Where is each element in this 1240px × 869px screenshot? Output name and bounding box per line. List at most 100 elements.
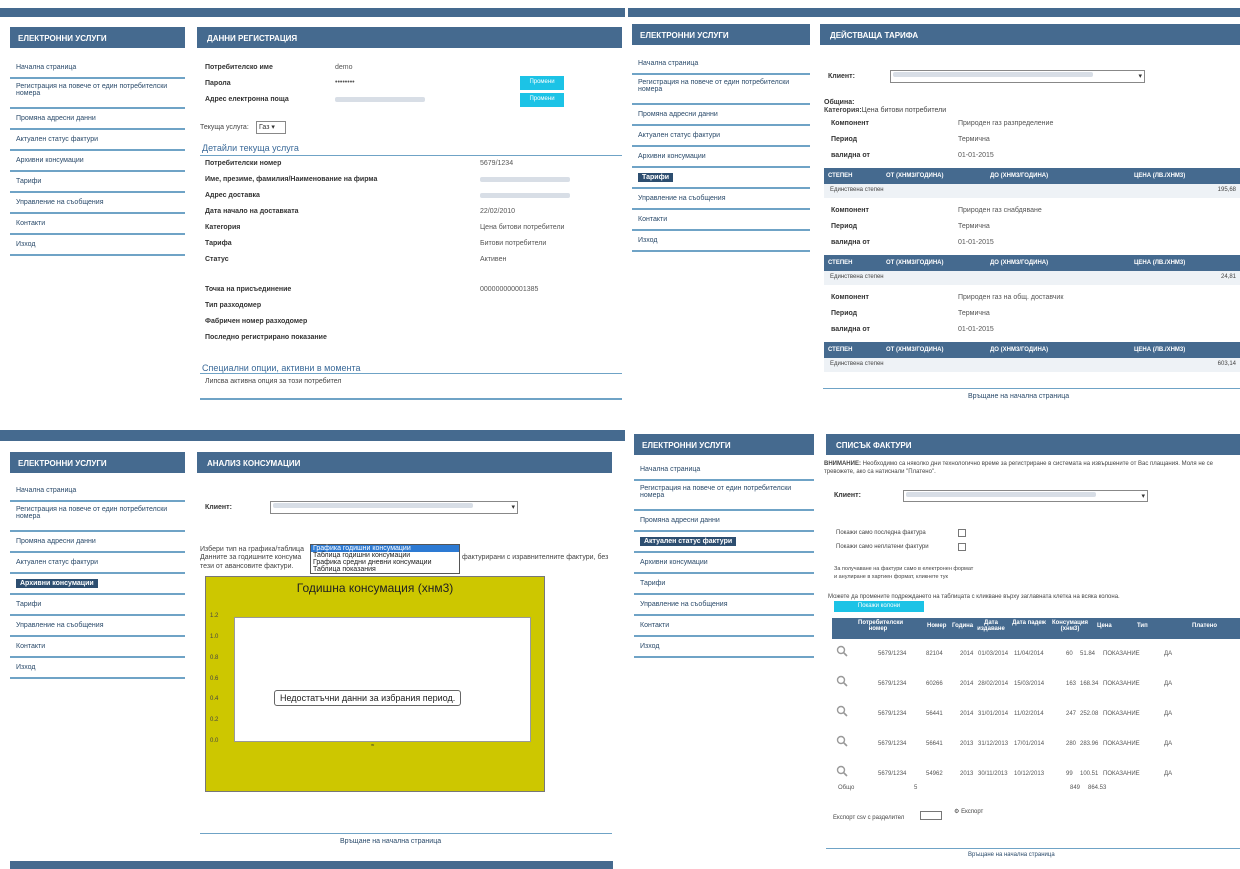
nav-invoices[interactable]: Актуален статус фактури <box>10 130 185 151</box>
export-button[interactable]: ⚙ Експорт <box>954 808 983 815</box>
component-label: Компонент <box>831 294 869 301</box>
nav-messages[interactable]: Управление на съобщения <box>634 595 814 616</box>
nav-contacts[interactable]: Контакти <box>632 210 810 231</box>
chart-type-listbox[interactable]: Графика годишни консумации Таблица годиш… <box>310 544 460 574</box>
change-email-button[interactable]: Промени <box>520 93 564 107</box>
th-issue-date[interactable]: Дата издаване <box>972 620 1010 632</box>
nav-multi-registration[interactable]: Регистрация на повече от един потребител… <box>10 79 185 109</box>
panel-consumption: ЕЛЕКТРОННИ УСЛУГИ АНАЛИЗ КОНСУМАЦИИ Нача… <box>0 418 625 869</box>
export-delimiter-input[interactable] <box>920 811 942 820</box>
option-readings-table[interactable]: Таблица показания <box>311 566 459 573</box>
nav-contacts[interactable]: Контакти <box>634 616 814 637</box>
client-select[interactable]: ▾ <box>903 490 1148 502</box>
nav-home[interactable]: Начална страница <box>634 460 814 481</box>
back-link[interactable]: Връщане на начална страница <box>340 838 441 845</box>
page-title: ДЕЙСТВАЩА ТАРИФА <box>820 24 1240 45</box>
nav-multi-registration[interactable]: Регистрация на повече от един потребител… <box>632 75 810 105</box>
valid-from-label: валидна от <box>831 239 870 246</box>
nav-address-change[interactable]: Промяна адресни данни <box>10 532 185 553</box>
nav-archive[interactable]: Архивни консумации <box>632 147 810 168</box>
invoice-cell: 10/12/2013 <box>1014 771 1045 777</box>
nav-tariffs[interactable]: Тарифи <box>10 172 185 193</box>
th-3: ЦЕНА (ЛВ./ХНМ3) <box>1134 173 1186 179</box>
nav-invoices[interactable]: Актуален статус фактури <box>634 532 814 553</box>
magnifier-icon[interactable] <box>836 645 848 657</box>
total-count: 5 <box>914 785 918 791</box>
detail-value: Цена битови потребители <box>480 224 565 231</box>
th-price[interactable]: Цена <box>1097 623 1112 629</box>
nav-address-change[interactable]: Промяна адресни данни <box>634 511 814 532</box>
nav-exit[interactable]: Изход <box>10 658 185 679</box>
nav-tariffs[interactable]: Тарифи <box>632 168 810 189</box>
nav-messages[interactable]: Управление на съобщения <box>632 189 810 210</box>
detail-value-redacted <box>480 177 570 182</box>
nav-address-change[interactable]: Промяна адресни данни <box>10 109 185 130</box>
client-select[interactable]: ▾ <box>270 501 518 514</box>
option-daily-chart[interactable]: Графика средни дневни консумации <box>311 559 459 566</box>
nav-home[interactable]: Начална страница <box>632 54 810 75</box>
th-type[interactable]: Тип <box>1137 623 1148 629</box>
period-label: Период <box>831 310 858 317</box>
magnifier-icon[interactable] <box>836 735 848 747</box>
nav-contacts[interactable]: Контакти <box>10 637 185 658</box>
tier-price: 195,68 <box>1217 187 1236 193</box>
option-yearly-table[interactable]: Таблица годишни консумации <box>311 552 459 559</box>
invoice-cell: ПОКАЗАНИЕ <box>1103 651 1140 657</box>
nav-home[interactable]: Начална страница <box>10 58 185 79</box>
magnifier-icon[interactable] <box>836 705 848 717</box>
client-select[interactable]: ▾ <box>890 70 1145 83</box>
detail-label: Адрес доставка <box>205 192 260 199</box>
back-link[interactable]: Връщане на начална страница <box>968 852 1055 858</box>
nav-multi-registration[interactable]: Регистрация на повече от един потребител… <box>10 502 185 532</box>
nav-exit[interactable]: Изход <box>634 637 814 658</box>
username-label: Потребителско име <box>205 64 273 71</box>
magnifier-icon[interactable] <box>836 675 848 687</box>
password-value: •••••••• <box>335 79 355 86</box>
nav-archive[interactable]: Архивни консумации <box>634 553 814 574</box>
tier-name: Единствена степен <box>830 361 884 367</box>
nav-invoices[interactable]: Актуален статус фактури <box>10 553 185 574</box>
nav-archive[interactable]: Архивни консумации <box>10 151 185 172</box>
magnifier-icon[interactable] <box>836 765 848 777</box>
only-unpaid-checkbox[interactable] <box>958 543 966 551</box>
nav-address-change[interactable]: Промяна адресни данни <box>632 105 810 126</box>
sidebar-title: ЕЛЕКТРОННИ УСЛУГИ <box>632 24 810 45</box>
y-tick-label: 0.4 <box>210 696 219 703</box>
einvoice-line2[interactable]: и анулиране в хартиен формат, кликнете т… <box>834 574 948 580</box>
chart-type-label: Избери тип на графика/таблица <box>200 546 304 553</box>
th-paid[interactable]: Платено <box>1192 623 1217 629</box>
nav-archive[interactable]: Архивни консумации <box>10 574 185 595</box>
invoice-cell: ДА <box>1164 741 1173 747</box>
back-link[interactable]: Връщане на начална страница <box>968 393 1069 400</box>
nav-tariffs[interactable]: Тарифи <box>634 574 814 595</box>
nav-contacts[interactable]: Контакти <box>10 214 185 235</box>
service-select[interactable]: Газ ▾ <box>256 121 286 134</box>
th-number[interactable]: Номер <box>927 623 946 629</box>
invoice-cell: 15/03/2014 <box>1014 681 1045 687</box>
invoice-cell: ПОКАЗАНИЕ <box>1103 711 1140 717</box>
nav-home[interactable]: Начална страница <box>10 481 185 502</box>
top-bar <box>0 430 625 441</box>
th-year[interactable]: Година <box>952 623 973 629</box>
nav-exit[interactable]: Изход <box>632 231 810 252</box>
nav-multi-registration[interactable]: Регистрация на повече от един потребител… <box>634 481 814 511</box>
columns-button[interactable]: Покажи колони <box>834 601 924 612</box>
option-yearly-chart[interactable]: Графика годишни консумации <box>311 545 459 552</box>
consumption-chart: Годишна консумация (хнм3) 1.2 1.0 0.8 0.6 0.… <box>205 576 545 792</box>
nav-invoices[interactable]: Актуален статус фактури <box>632 126 810 147</box>
nav-tariffs[interactable]: Тарифи <box>10 595 185 616</box>
only-last-checkbox[interactable] <box>958 529 966 537</box>
special-rule <box>200 373 622 374</box>
sidebar-title: ЕЛЕКТРОННИ УСЛУГИ <box>10 27 185 48</box>
nav-messages[interactable]: Управление на съобщения <box>10 616 185 637</box>
th-user-number[interactable]: Потребителски номер <box>858 620 903 632</box>
th-consumption[interactable]: Консумация (хнм3) <box>1050 620 1090 632</box>
change-password-button[interactable]: Промени <box>520 76 564 90</box>
x-axis-tick: ≈ <box>371 743 375 749</box>
chart-title: Годишна консумация (хнм3) <box>296 581 454 595</box>
valid-from-value: 01-01-2015 <box>958 152 994 159</box>
th-due-date[interactable]: Дата падеж <box>1012 620 1046 626</box>
th-1: ОТ (ХНМ3/ГОДИНА) <box>886 347 944 353</box>
nav-exit[interactable]: Изход <box>10 235 185 256</box>
nav-messages[interactable]: Управление на съобщения <box>10 193 185 214</box>
